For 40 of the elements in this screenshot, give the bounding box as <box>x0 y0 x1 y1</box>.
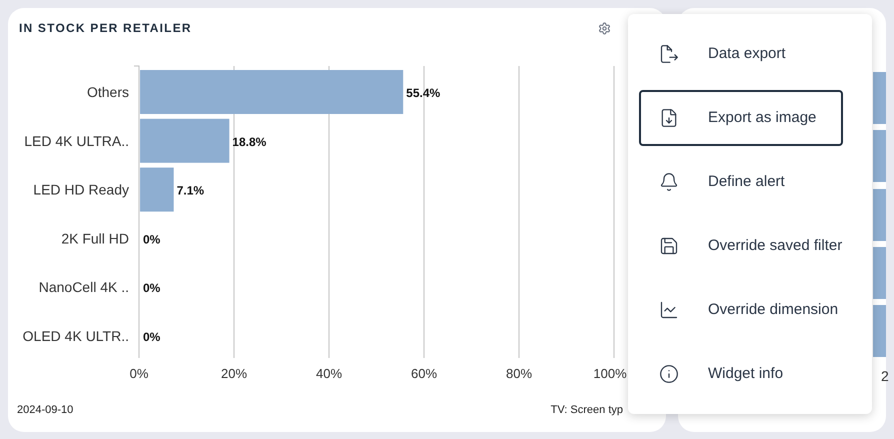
value-label: 0% <box>143 232 160 246</box>
category-label: NanoCell 4K .. <box>38 279 129 296</box>
footer-dimension: TV: Screen typ <box>550 402 623 418</box>
tick-label: 60% <box>410 366 438 381</box>
value-label: 7.1% <box>176 184 204 198</box>
value-label: 55.4% <box>406 86 440 100</box>
category-label: Others <box>86 84 129 100</box>
category-label: LED 4K ULTRA.. <box>24 132 129 149</box>
footer-date: 2024-09-10 <box>17 402 74 418</box>
alert-icon <box>659 172 679 192</box>
chart-bar <box>873 189 886 241</box>
menu-item[interactable]: Export as image <box>639 90 843 146</box>
tick-label: 0% <box>130 366 148 381</box>
chart-bar <box>873 130 886 182</box>
menu-item[interactable]: Override saved filter <box>639 218 843 274</box>
value-label: 0% <box>143 330 160 344</box>
chart-bar <box>873 305 886 357</box>
chart-bar <box>873 72 886 124</box>
menu-item[interactable]: Override dimension <box>639 282 843 338</box>
image-icon <box>659 108 679 128</box>
chart-bar <box>873 247 886 299</box>
filter-icon <box>659 236 679 256</box>
category-label: LED HD Ready <box>33 182 129 198</box>
tick-label: 2 <box>881 367 889 386</box>
value-label: 0% <box>143 281 160 296</box>
widget-title: IN STOCK PER RETAILER <box>19 20 192 37</box>
tick-label: 20% <box>220 366 248 381</box>
category-label: OLED 4K ULTR.. <box>22 328 129 344</box>
menu-item[interactable]: Widget info <box>639 346 843 402</box>
dimension-icon <box>659 300 679 320</box>
tick-label: 80% <box>506 366 532 381</box>
tick-label: 100% <box>593 366 627 381</box>
category-label: 2K Full HD <box>61 230 129 246</box>
info-icon <box>659 364 679 384</box>
value-label: 18.8% <box>232 134 266 149</box>
menu-item[interactable]: Define alert <box>639 154 843 210</box>
menu-item[interactable]: Data export <box>639 26 843 82</box>
export-icon <box>659 44 679 64</box>
settings-icon[interactable] <box>598 22 611 34</box>
tick-label: 40% <box>316 366 342 381</box>
